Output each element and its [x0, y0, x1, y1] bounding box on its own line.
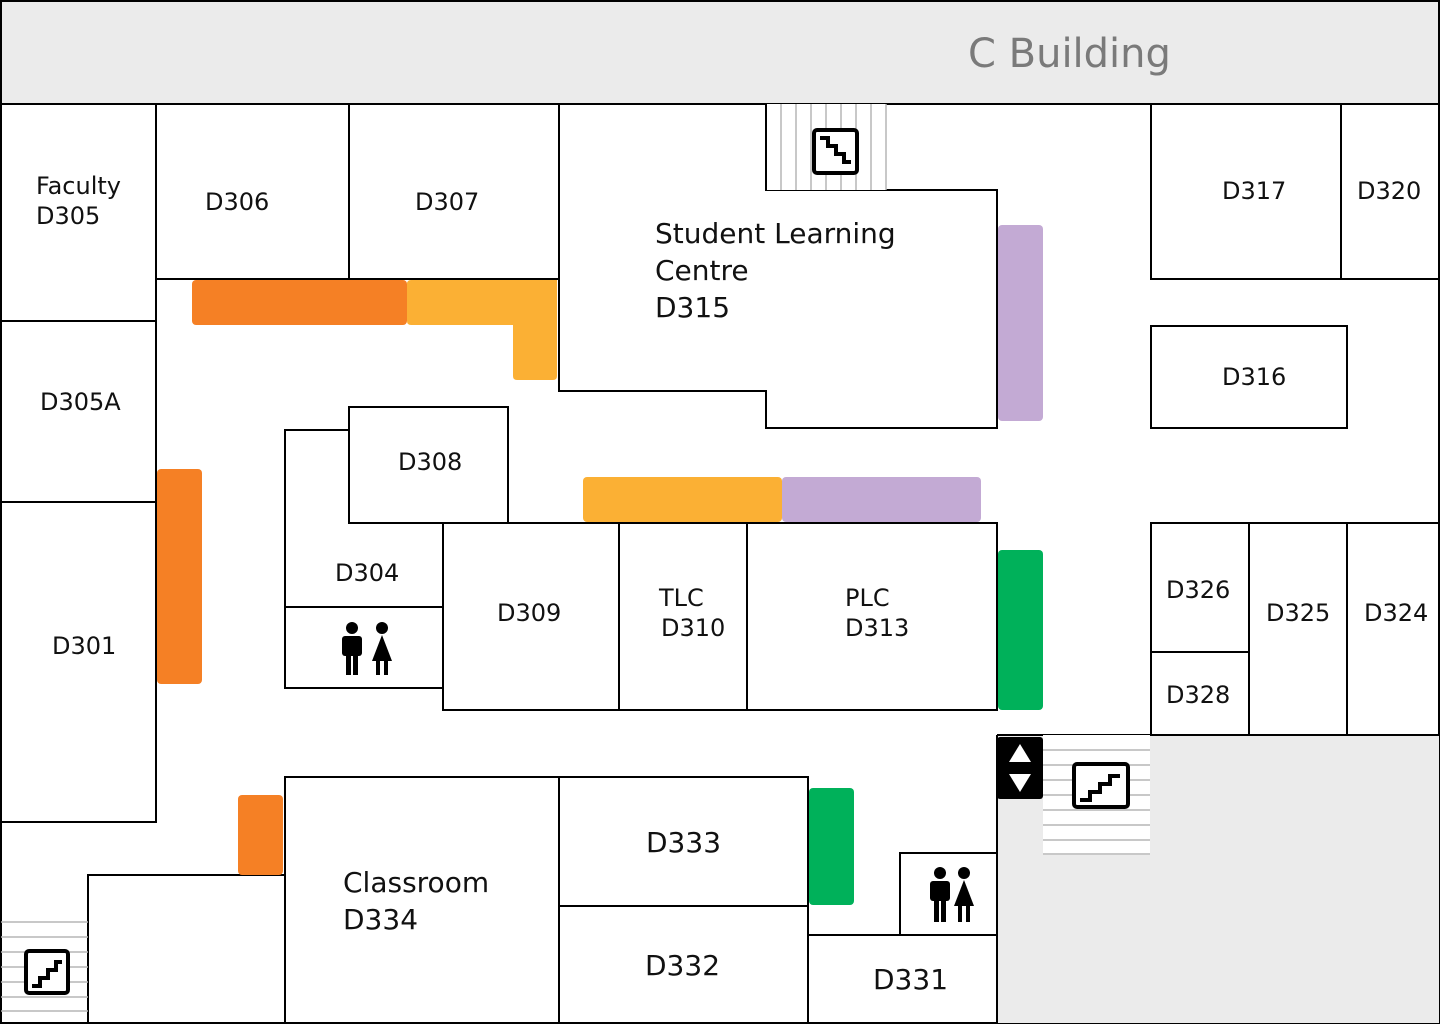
zone-yellow	[583, 477, 782, 522]
svg-text:D331: D331	[873, 963, 948, 996]
room-d334[interactable]: Classroom D334	[284, 776, 560, 1024]
room-d326[interactable]: D326	[1150, 522, 1250, 653]
room-d307[interactable]: D307	[348, 103, 560, 280]
zone-yellow	[407, 280, 557, 380]
svg-text:D309: D309	[497, 599, 561, 627]
svg-text:D320: D320	[1357, 177, 1421, 205]
svg-text:Classroom: Classroom	[343, 866, 489, 899]
room-d305[interactable]: Faculty D305	[0, 103, 157, 322]
svg-text:D325: D325	[1266, 599, 1330, 627]
svg-text:D313: D313	[845, 614, 909, 642]
svg-text:D308: D308	[398, 448, 462, 476]
svg-text:D326: D326	[1166, 576, 1230, 604]
room-d305a[interactable]: D305A	[0, 320, 157, 503]
room-d301[interactable]: D301	[0, 501, 157, 823]
stairs-icon	[1072, 762, 1130, 809]
zone-green	[998, 550, 1043, 710]
svg-text:D334: D334	[343, 903, 418, 936]
svg-text:D304: D304	[335, 559, 399, 587]
svg-text:D310: D310	[661, 614, 725, 642]
stairs-icon	[812, 128, 859, 175]
svg-text:D328: D328	[1166, 681, 1230, 709]
svg-text:Faculty: Faculty	[36, 172, 121, 200]
svg-text:Centre: Centre	[655, 254, 749, 287]
svg-text:D332: D332	[645, 949, 720, 982]
svg-text:D324: D324	[1364, 599, 1428, 627]
svg-text:D305A: D305A	[40, 388, 121, 416]
room-d310[interactable]: TLC D310	[618, 522, 748, 711]
room-d331[interactable]: D331	[807, 934, 998, 1024]
svg-text:D317: D317	[1222, 177, 1286, 205]
room-d332[interactable]: D332	[558, 905, 809, 1024]
room-unlabeled-bottom-left[interactable]	[87, 874, 286, 1024]
room-d316[interactable]: D316	[1150, 325, 1348, 429]
svg-text:TLC: TLC	[658, 584, 704, 612]
zone-orange	[238, 795, 283, 875]
zone-orange	[192, 280, 407, 325]
stairs-icon	[24, 949, 70, 995]
svg-text:D316: D316	[1222, 363, 1286, 391]
room-d328[interactable]: D328	[1150, 651, 1250, 736]
room-d306[interactable]: D306	[155, 103, 350, 280]
svg-text:D306: D306	[205, 188, 269, 216]
svg-text:PLC: PLC	[845, 584, 890, 612]
room-d320[interactable]: D320	[1340, 103, 1440, 280]
room-d325[interactable]: D325	[1248, 522, 1348, 736]
floor-plan-map: C Building Faculty D305 D305A D301 D306 …	[0, 0, 1440, 1024]
svg-text:D307: D307	[415, 188, 479, 216]
room-d309[interactable]: D309	[442, 522, 620, 711]
header-band	[0, 0, 1440, 105]
svg-text:D333: D333	[646, 826, 721, 859]
room-d324[interactable]: D324	[1346, 522, 1440, 736]
building-title: C Building	[968, 31, 1171, 77]
restroom-left[interactable]	[284, 606, 444, 689]
svg-text:D315: D315	[655, 291, 730, 324]
room-d333[interactable]: D333	[558, 776, 809, 907]
room-d313[interactable]: PLC D313	[746, 522, 998, 711]
room-d317[interactable]: D317	[1150, 103, 1342, 280]
svg-text:Student Learning: Student Learning	[655, 217, 896, 250]
zone-purple	[998, 225, 1043, 421]
elevator-icon[interactable]	[997, 737, 1043, 799]
svg-text:D301: D301	[52, 632, 116, 660]
zone-orange	[157, 469, 202, 684]
room-d308[interactable]: D308	[348, 406, 509, 524]
zone-green	[809, 788, 854, 905]
zone-purple	[782, 477, 981, 522]
svg-text:D305: D305	[36, 202, 100, 230]
